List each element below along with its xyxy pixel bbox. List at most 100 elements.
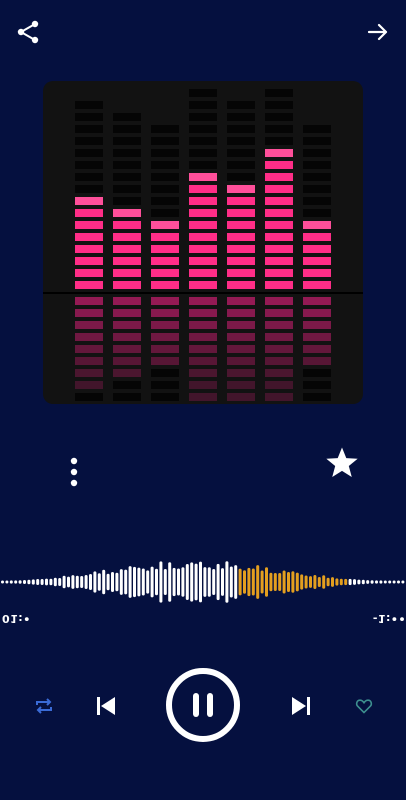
wave-bar — [335, 578, 339, 586]
wave-bar — [256, 565, 260, 599]
wave-bar — [401, 580, 405, 584]
eq-bar-cell — [265, 221, 293, 229]
more-vertical-icon[interactable] — [62, 454, 86, 490]
wave-bar — [67, 576, 70, 588]
wave-bar — [194, 563, 198, 601]
eq-bg-cell — [303, 173, 331, 181]
wave-bar — [207, 567, 211, 597]
eq-reflection-cell — [113, 309, 141, 317]
eq-bar-cell — [151, 233, 179, 241]
wave-bar — [225, 561, 229, 603]
eq-bg-cell — [189, 137, 217, 145]
wave-bar — [348, 578, 352, 586]
eq-reflection-cell — [189, 321, 217, 329]
wave-bar — [291, 571, 295, 593]
eq-bar-cell — [265, 149, 293, 157]
eq-reflection-cell — [303, 297, 331, 305]
eq-bg-cell — [151, 161, 179, 169]
eq-reflection-cell — [75, 393, 103, 401]
eq-reflection-cell — [303, 333, 331, 341]
eq-reflection-cell — [151, 297, 179, 305]
eq-reflection-cell — [303, 393, 331, 401]
wave-bar — [247, 567, 251, 597]
skip-previous-icon[interactable] — [92, 692, 120, 720]
skip-next-icon[interactable] — [287, 692, 315, 720]
eq-reflection-cell — [75, 345, 103, 353]
wave-bar — [243, 570, 246, 594]
eq-bg-cell — [113, 113, 141, 121]
eq-bar-cell — [75, 233, 103, 241]
wave-bar — [344, 578, 348, 586]
eq-bar-cell — [189, 257, 217, 265]
eq-bar-cell — [227, 269, 255, 277]
eq-reflection-cell — [75, 297, 103, 305]
waveform-seekbar[interactable] — [0, 552, 406, 612]
wave-bar — [392, 580, 396, 584]
wave-bar — [40, 579, 44, 585]
eq-bg-cell — [303, 209, 331, 217]
wave-bar — [304, 575, 308, 589]
wave-bar — [216, 563, 220, 601]
eq-bar-cell — [265, 257, 293, 265]
eq-bar-cell — [227, 221, 255, 229]
wave-bar — [71, 575, 75, 589]
wave-bar — [172, 567, 176, 597]
eq-bar-cell — [227, 185, 255, 193]
eq-reflection-cell — [75, 333, 103, 341]
eq-bar-cell — [113, 221, 141, 229]
eq-bg-cell — [189, 125, 217, 133]
wave-bar — [97, 573, 101, 591]
wave-bar — [5, 580, 9, 584]
eq-bg-cell — [303, 149, 331, 157]
share-icon[interactable] — [12, 16, 44, 48]
eq-bar-cell — [151, 221, 179, 229]
eq-bg-cell — [303, 197, 331, 205]
eq-bg-cell — [75, 173, 103, 181]
wave-bar — [84, 575, 88, 589]
eq-reflection-cell — [303, 345, 331, 353]
eq-bar-cell — [265, 269, 293, 277]
star-icon[interactable] — [322, 443, 362, 483]
eq-bar-cell — [75, 269, 103, 277]
eq-bar-cell — [189, 185, 217, 193]
heart-icon[interactable] — [350, 693, 378, 719]
eq-bg-cell — [227, 101, 255, 109]
eq-bar-cell — [151, 245, 179, 253]
wave-bar — [163, 569, 167, 595]
eq-bg-cell — [265, 113, 293, 121]
eq-bar-cell — [113, 269, 141, 277]
eq-bg-cell — [303, 185, 331, 193]
wave-bar — [313, 575, 317, 589]
eq-bar-cell — [189, 197, 217, 205]
eq-bar-cell — [303, 245, 331, 253]
arrow-right-icon[interactable] — [362, 16, 394, 48]
eq-bg-cell — [189, 113, 217, 121]
eq-reflection-cell — [151, 369, 179, 377]
eq-bar-cell — [189, 269, 217, 277]
eq-bar-cell — [265, 197, 293, 205]
eq-reflection-cell — [113, 333, 141, 341]
eq-bar-cell — [265, 161, 293, 169]
eq-reflection-cell — [265, 297, 293, 305]
eq-bg-cell — [75, 113, 103, 121]
wave-bar — [9, 580, 13, 584]
wave-bar — [300, 574, 304, 590]
eq-bar-cell — [151, 257, 179, 265]
wave-bar — [361, 579, 365, 585]
eq-reflection-cell — [189, 333, 217, 341]
pause-button[interactable] — [166, 668, 240, 742]
wave-bar — [251, 568, 255, 596]
wave-bar — [58, 578, 62, 586]
wave-bar — [273, 572, 277, 592]
eq-reflection-cell — [227, 393, 255, 401]
wave-bar — [383, 580, 387, 584]
repeat-icon[interactable] — [30, 692, 58, 720]
eq-bg-cell — [265, 137, 293, 145]
eq-reflection-cell — [227, 345, 255, 353]
wave-bar — [31, 579, 35, 585]
eq-reflection-cell — [151, 333, 179, 341]
wave-bar — [375, 580, 378, 584]
eq-bg-cell — [151, 125, 179, 133]
eq-reflection-cell — [227, 333, 255, 341]
wave-bar — [124, 569, 128, 595]
